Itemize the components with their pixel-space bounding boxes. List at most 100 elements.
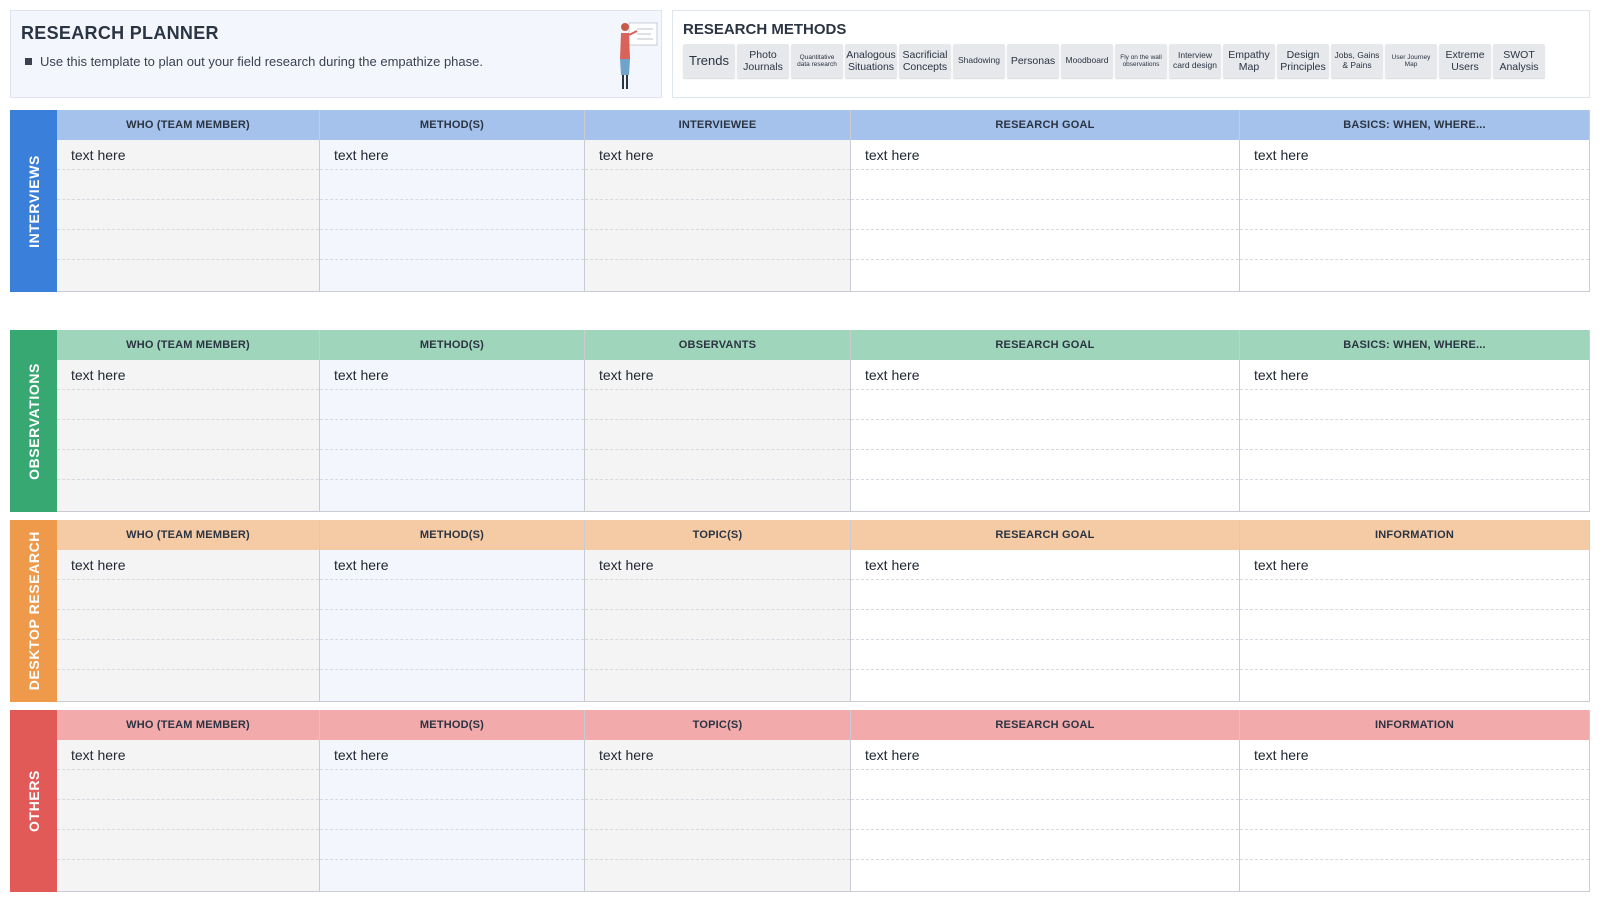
table-cell[interactable] bbox=[851, 200, 1239, 230]
table-cell[interactable] bbox=[585, 610, 850, 640]
table-cell[interactable] bbox=[57, 170, 319, 200]
table-cell[interactable]: text here bbox=[57, 550, 319, 580]
table-cell[interactable] bbox=[851, 480, 1239, 510]
method-chip-design-principles[interactable]: Design Principles bbox=[1277, 44, 1329, 78]
table-cell[interactable]: text here bbox=[320, 360, 584, 390]
table-cell[interactable] bbox=[57, 640, 319, 670]
table-cell[interactable] bbox=[57, 230, 319, 260]
table-cell[interactable] bbox=[320, 480, 584, 510]
table-cell[interactable]: text here bbox=[57, 740, 319, 770]
table-cell[interactable] bbox=[1240, 830, 1589, 860]
table-cell[interactable] bbox=[585, 670, 850, 700]
table-cell[interactable] bbox=[851, 420, 1239, 450]
table-cell[interactable]: text here bbox=[851, 140, 1239, 170]
table-cell[interactable] bbox=[585, 200, 850, 230]
table-cell[interactable] bbox=[1240, 800, 1589, 830]
table-cell[interactable]: text here bbox=[320, 140, 584, 170]
method-chip-analogous-situations[interactable]: Analogous Situations bbox=[845, 44, 897, 78]
method-chip-personas[interactable]: Personas bbox=[1007, 44, 1059, 78]
table-cell[interactable] bbox=[57, 200, 319, 230]
table-cell[interactable] bbox=[320, 640, 584, 670]
method-chip-trends[interactable]: Trends bbox=[683, 44, 735, 78]
method-chip-empathy-map[interactable]: Empathy Map bbox=[1223, 44, 1275, 78]
method-chip-shadowing[interactable]: Shadowing bbox=[953, 44, 1005, 78]
table-cell[interactable] bbox=[851, 830, 1239, 860]
method-chip-extreme-users[interactable]: Extreme Users bbox=[1439, 44, 1491, 78]
table-cell[interactable] bbox=[585, 260, 850, 290]
table-cell[interactable] bbox=[851, 610, 1239, 640]
table-cell[interactable] bbox=[57, 860, 319, 890]
table-cell[interactable] bbox=[585, 640, 850, 670]
method-chip-fly-on-the-wall-observations[interactable]: Fly on the wall observations bbox=[1115, 44, 1167, 78]
table-cell[interactable] bbox=[1240, 260, 1589, 290]
table-cell[interactable] bbox=[1240, 580, 1589, 610]
table-cell[interactable] bbox=[585, 230, 850, 260]
table-cell[interactable] bbox=[585, 770, 850, 800]
table-cell[interactable]: text here bbox=[320, 740, 584, 770]
table-cell[interactable] bbox=[320, 860, 584, 890]
method-chip-swot-analysis[interactable]: SWOT Analysis bbox=[1493, 44, 1545, 78]
table-cell[interactable] bbox=[57, 670, 319, 700]
method-chip-photo-journals[interactable]: Photo Journals bbox=[737, 44, 789, 78]
table-cell[interactable] bbox=[57, 800, 319, 830]
table-cell[interactable] bbox=[585, 800, 850, 830]
method-chip-jobs-gains-pains[interactable]: Jobs, Gains & Pains bbox=[1331, 44, 1383, 78]
table-cell[interactable] bbox=[57, 580, 319, 610]
method-chip-quantitative-data-research[interactable]: Quantitative data research bbox=[791, 44, 843, 78]
table-cell[interactable] bbox=[851, 450, 1239, 480]
table-cell[interactable] bbox=[585, 860, 850, 890]
table-cell[interactable]: text here bbox=[1240, 360, 1589, 390]
table-cell[interactable] bbox=[585, 480, 850, 510]
table-cell[interactable] bbox=[851, 640, 1239, 670]
method-chip-moodboard[interactable]: Moodboard bbox=[1061, 44, 1113, 78]
table-cell[interactable] bbox=[320, 580, 584, 610]
method-chip-interview-card-design[interactable]: Interview card design bbox=[1169, 44, 1221, 78]
table-cell[interactable] bbox=[320, 170, 584, 200]
table-cell[interactable] bbox=[57, 480, 319, 510]
table-cell[interactable]: text here bbox=[57, 360, 319, 390]
table-cell[interactable] bbox=[1240, 480, 1589, 510]
table-cell[interactable]: text here bbox=[585, 140, 850, 170]
table-cell[interactable] bbox=[1240, 170, 1589, 200]
table-cell[interactable]: text here bbox=[1240, 140, 1589, 170]
table-cell[interactable] bbox=[57, 390, 319, 420]
table-cell[interactable] bbox=[57, 420, 319, 450]
method-chip-user-journey-map[interactable]: User Journey Map bbox=[1385, 44, 1437, 78]
table-cell[interactable] bbox=[585, 450, 850, 480]
table-cell[interactable] bbox=[57, 260, 319, 290]
table-cell[interactable]: text here bbox=[585, 550, 850, 580]
table-cell[interactable] bbox=[851, 260, 1239, 290]
table-cell[interactable] bbox=[1240, 670, 1589, 700]
table-cell[interactable] bbox=[1240, 770, 1589, 800]
table-cell[interactable] bbox=[851, 170, 1239, 200]
table-cell[interactable]: text here bbox=[851, 550, 1239, 580]
table-cell[interactable]: text here bbox=[1240, 550, 1589, 580]
table-cell[interactable] bbox=[851, 580, 1239, 610]
table-cell[interactable] bbox=[57, 770, 319, 800]
table-cell[interactable] bbox=[585, 390, 850, 420]
table-cell[interactable]: text here bbox=[851, 360, 1239, 390]
table-cell[interactable] bbox=[585, 830, 850, 860]
table-cell[interactable] bbox=[320, 670, 584, 700]
table-cell[interactable] bbox=[585, 170, 850, 200]
table-cell[interactable] bbox=[57, 610, 319, 640]
table-cell[interactable] bbox=[1240, 230, 1589, 260]
table-cell[interactable] bbox=[320, 260, 584, 290]
table-cell[interactable] bbox=[1240, 200, 1589, 230]
table-cell[interactable] bbox=[320, 800, 584, 830]
table-cell[interactable] bbox=[851, 390, 1239, 420]
table-cell[interactable]: text here bbox=[57, 140, 319, 170]
table-cell[interactable] bbox=[851, 800, 1239, 830]
table-cell[interactable]: text here bbox=[1240, 740, 1589, 770]
table-cell[interactable] bbox=[585, 420, 850, 450]
table-cell[interactable]: text here bbox=[851, 740, 1239, 770]
table-cell[interactable] bbox=[320, 450, 584, 480]
table-cell[interactable] bbox=[851, 770, 1239, 800]
table-cell[interactable] bbox=[57, 830, 319, 860]
table-cell[interactable]: text here bbox=[585, 740, 850, 770]
table-cell[interactable] bbox=[1240, 860, 1589, 890]
table-cell[interactable] bbox=[1240, 390, 1589, 420]
table-cell[interactable] bbox=[1240, 610, 1589, 640]
table-cell[interactable] bbox=[851, 860, 1239, 890]
table-cell[interactable] bbox=[320, 390, 584, 420]
